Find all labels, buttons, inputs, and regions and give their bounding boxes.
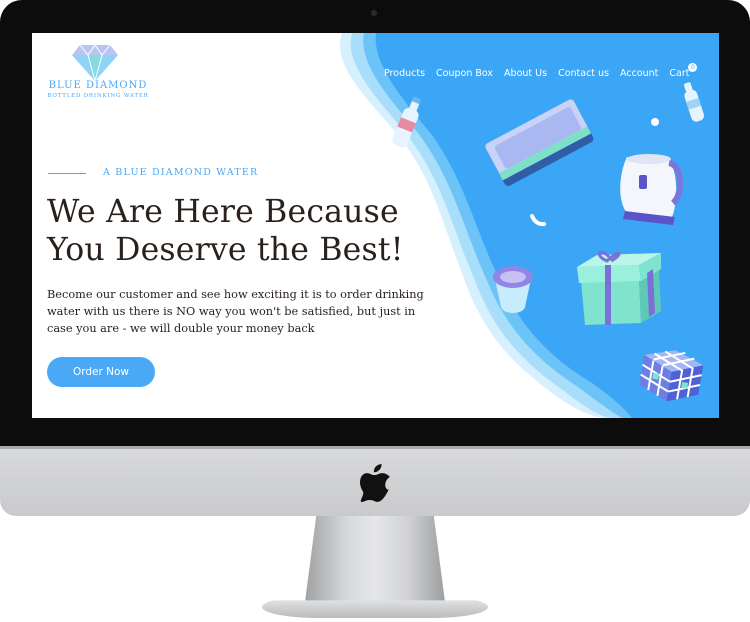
brand-tagline: BOTTLED DRINKING WATER: [47, 93, 149, 99]
hero-headline-line1: We Are Here Because: [47, 194, 399, 230]
nav-coupon-box[interactable]: Coupon Box: [436, 68, 493, 79]
main-nav: Products Coupon Box About Us Contact us …: [384, 63, 698, 79]
hero-body: Become our customer and see how exciting…: [47, 288, 424, 335]
kettle-icon: [620, 154, 683, 225]
nav-account[interactable]: Account: [620, 68, 658, 79]
order-now-button[interactable]: Order Now: [47, 357, 155, 387]
nav-cart[interactable]: Cart 0: [669, 63, 698, 79]
website-screen: BLUE DIAMOND BOTTLED DRINKING WATER Prod…: [32, 33, 719, 418]
hero-headline-line2: You Deserve the Best!: [47, 232, 404, 268]
camera-icon: [371, 10, 377, 16]
nav-products[interactable]: Products: [384, 68, 425, 79]
chin-divider: [0, 446, 750, 449]
brand-name: BLUE DIAMOND: [48, 80, 148, 91]
nav-cart-label: Cart: [669, 68, 690, 79]
diamond-logo-icon: [72, 44, 118, 81]
gift-box-icon: [577, 250, 661, 325]
hero-eyebrow: A BLUE DIAMOND WATER: [103, 167, 259, 178]
eyebrow-divider: [48, 173, 86, 174]
monitor-stand: [305, 516, 445, 602]
hero-headline: We Are Here Because You Deserve the Best…: [47, 193, 447, 269]
nav-about-us[interactable]: About Us: [504, 68, 547, 79]
nav-contact-us[interactable]: Contact us: [558, 68, 609, 79]
sparkle-dot: [651, 118, 659, 126]
apple-logo-icon: [359, 464, 390, 502]
